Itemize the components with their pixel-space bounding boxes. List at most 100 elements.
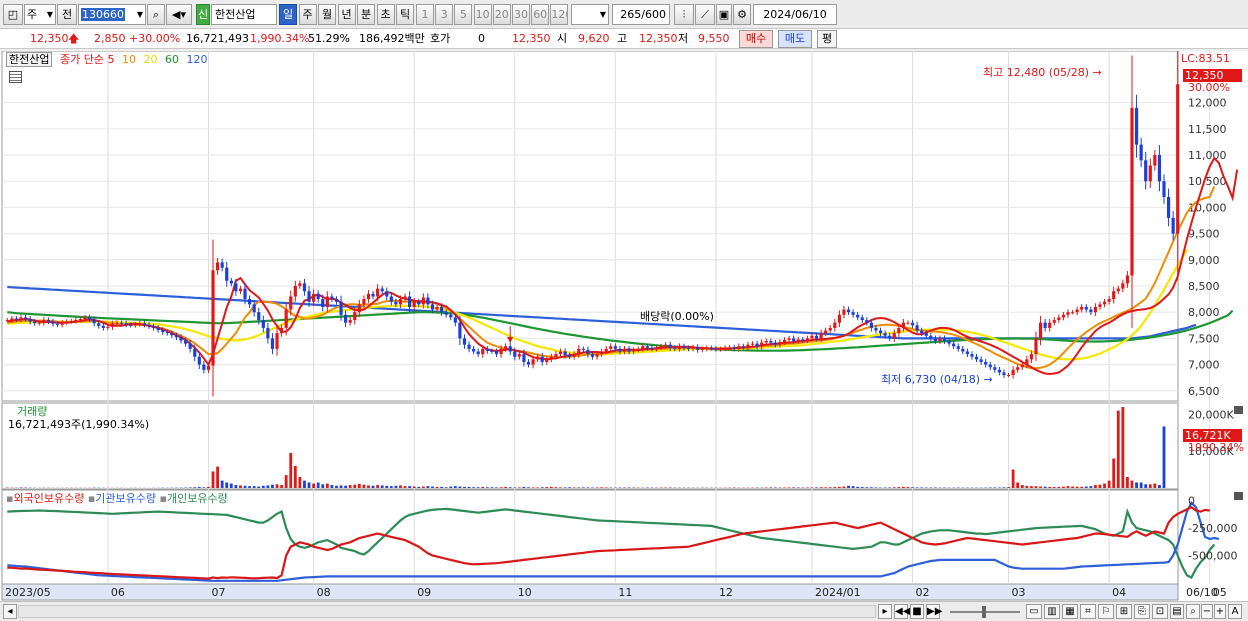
chart-type-icon[interactable]: ⫶	[674, 4, 694, 25]
period-tab-4[interactable]: 분	[357, 4, 375, 25]
candle-body	[526, 361, 531, 365]
rewind-button[interactable]: ◀◀	[894, 604, 910, 619]
scroll-right-button[interactable]: ▸	[878, 604, 892, 619]
sell-button[interactable]: 매도	[778, 30, 812, 48]
candle-body	[545, 359, 549, 362]
candle-body	[1084, 306, 1088, 310]
tool-icon-1[interactable]: ⌗	[1080, 604, 1096, 619]
volume-bar	[504, 486, 508, 488]
holdings-panel-close-icon[interactable]	[1234, 492, 1243, 500]
zoom-search-icon[interactable]: ⌕	[1186, 604, 1200, 619]
volume-bar	[367, 485, 370, 488]
table-icon[interactable]	[9, 71, 22, 83]
candle-body	[664, 344, 668, 347]
gear-icon[interactable]: ⚙	[733, 4, 751, 25]
interval-button-1[interactable]: 1	[416, 4, 434, 25]
candle-body	[74, 320, 78, 322]
draw-tool-icon[interactable]: ⟋	[695, 4, 715, 25]
period-tab-6[interactable]: 틱	[396, 4, 414, 25]
tool-icon-4[interactable]: ⎘	[1134, 604, 1150, 619]
layout-icon-2[interactable]: ▥	[1044, 604, 1060, 619]
avg-button[interactable]: 평	[817, 30, 837, 48]
tool-icon-2[interactable]: ⚐	[1098, 604, 1114, 619]
interval-button-60[interactable]: 60	[531, 4, 550, 25]
prev-label: 전	[61, 8, 73, 21]
period-tab-1[interactable]: 주	[298, 4, 317, 25]
candle-body	[805, 338, 809, 341]
volume-panel-close-icon[interactable]	[1234, 406, 1243, 414]
interval-custom-input[interactable]: ▼	[571, 4, 609, 25]
x-tick-label: 04	[1112, 586, 1126, 599]
stock-chart-svg[interactable]: 12,00011,50011,00010,50010,0009,5009,000…	[0, 51, 1248, 601]
candle-body	[705, 347, 709, 349]
volume-bar	[289, 453, 293, 488]
volume-bar	[554, 487, 558, 488]
code-input[interactable]: 130660 ▼	[78, 4, 146, 25]
buy-button[interactable]: 매수	[739, 30, 773, 48]
candle-body	[408, 296, 412, 307]
stop-button[interactable]: ■	[910, 604, 924, 619]
candle-body	[732, 347, 736, 349]
volume-bar	[481, 486, 485, 488]
high-annotation-text: 최고 12,480 (05/28)	[983, 66, 1090, 79]
tool-icon-3[interactable]: ⊞	[1116, 604, 1132, 619]
volume-bar	[796, 487, 800, 488]
volume-bar	[1066, 486, 1070, 488]
zoom-slider-thumb[interactable]	[982, 606, 986, 618]
candle-body	[1121, 283, 1125, 289]
interval-button-20[interactable]: 20	[492, 4, 511, 25]
play-button[interactable]: ▶▶	[926, 604, 942, 619]
volume-bar	[906, 487, 910, 488]
candle-body	[1139, 144, 1143, 161]
save-icon[interactable]: ▣	[716, 4, 732, 25]
period-tab-2[interactable]: 월	[318, 4, 336, 25]
market-select[interactable]: 주 ▼	[24, 4, 56, 25]
volume-bar	[266, 485, 270, 488]
candle-body	[760, 342, 764, 347]
candle-body	[211, 270, 215, 366]
candle-body	[55, 323, 60, 325]
interval-button-5[interactable]: 5	[454, 4, 473, 25]
candle-body	[851, 312, 855, 315]
candle-body	[947, 341, 951, 344]
candle-body	[993, 367, 997, 370]
date-value: 2024/06/10	[763, 8, 827, 21]
layout-icon-3[interactable]: ▦	[1062, 604, 1078, 619]
volume-value: 16,721,493주(1,990.34%)	[8, 418, 150, 431]
tool-icon-6[interactable]: ▤	[1170, 604, 1184, 619]
font-size-icon[interactable]: A	[1228, 604, 1242, 619]
tool-icon-5[interactable]: ⊡	[1152, 604, 1168, 619]
period-tab-3[interactable]: 년	[337, 4, 356, 25]
price-tick-label: 10,500	[1188, 175, 1227, 188]
date-field[interactable]: 2024/06/10	[753, 4, 837, 25]
volume-bar	[1103, 483, 1106, 488]
interval-button-30[interactable]: 30	[512, 4, 530, 25]
interval-button-10[interactable]: 10	[473, 4, 492, 25]
volume-bar	[449, 486, 453, 488]
horizontal-scrollbar[interactable]	[18, 605, 876, 618]
price-tick-label: 9,500	[1188, 228, 1220, 241]
candle-body	[5, 320, 9, 322]
candle-body	[1107, 299, 1111, 302]
zoom-out-icon[interactable]: −	[1201, 604, 1213, 619]
period-tab-5[interactable]: 초	[376, 4, 395, 25]
count-field[interactable]: 265/600	[612, 4, 670, 25]
layout-icon-1[interactable]: ▭	[1026, 604, 1042, 619]
candle-body	[933, 338, 937, 341]
volume-bar	[1052, 487, 1056, 488]
window-menu-icon[interactable]: ◰	[3, 4, 23, 25]
interval-button-3[interactable]: 3	[435, 4, 454, 25]
search-icon[interactable]: ⌕	[147, 4, 165, 25]
candle-body	[334, 299, 339, 302]
volume-bar	[335, 485, 338, 488]
speaker-icon[interactable]: ◀▾	[166, 4, 192, 25]
scroll-left-button[interactable]: ◂	[3, 604, 17, 619]
candle-body	[225, 267, 229, 281]
interval-button-120[interactable]: 120	[550, 4, 569, 25]
prev-button[interactable]: 전	[57, 4, 77, 25]
legend-ma20: 20	[143, 53, 158, 66]
zoom-in-icon[interactable]: +	[1214, 604, 1226, 619]
stock-name-field[interactable]: 한전산업	[211, 4, 277, 25]
period-tab-0[interactable]: 일	[279, 4, 297, 25]
candle-body	[728, 347, 732, 349]
